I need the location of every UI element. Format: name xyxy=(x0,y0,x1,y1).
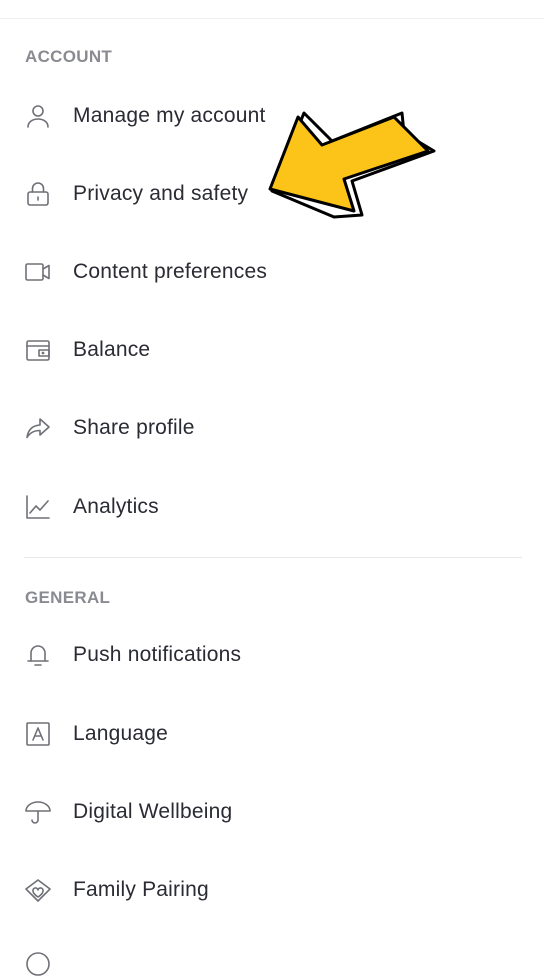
menu-item-share-profile[interactable]: Share profile xyxy=(0,398,544,458)
menu-item-balance[interactable]: Balance xyxy=(0,320,544,380)
video-icon xyxy=(24,258,52,286)
menu-label-language: Language xyxy=(73,722,169,745)
umbrella-icon xyxy=(24,798,52,826)
person-icon xyxy=(24,102,52,130)
menu-label-balance: Balance xyxy=(73,338,151,361)
section-divider xyxy=(24,557,522,558)
menu-label-push-notifications: Push notifications xyxy=(73,643,242,666)
family-pairing-icon xyxy=(24,876,52,904)
top-divider xyxy=(0,18,544,19)
bell-icon xyxy=(24,641,52,669)
language-icon xyxy=(24,720,52,748)
menu-label-family-pairing: Family Pairing xyxy=(73,878,209,901)
section-header-account: ACCOUNT xyxy=(25,47,113,66)
menu-label-share-profile: Share profile xyxy=(73,416,195,439)
pointer-arrow-icon xyxy=(268,111,436,219)
menu-item-family-pairing[interactable]: Family Pairing xyxy=(0,860,544,920)
share-icon xyxy=(24,414,52,442)
menu-label-digital-wellbeing: Digital Wellbeing xyxy=(73,800,233,823)
menu-item-analytics[interactable]: Analytics xyxy=(0,477,544,537)
menu-item-language[interactable]: Language xyxy=(0,704,544,764)
lock-icon xyxy=(24,180,52,208)
menu-item-content-preferences[interactable]: Content preferences xyxy=(0,242,544,302)
menu-label-privacy-safety: Privacy and safety xyxy=(73,182,249,205)
menu-label-analytics: Analytics xyxy=(73,495,159,518)
menu-item-digital-wellbeing[interactable]: Digital Wellbeing xyxy=(0,782,544,842)
section-header-general: GENERAL xyxy=(25,588,111,607)
menu-label-content-preferences: Content preferences xyxy=(73,260,268,283)
menu-label-manage-account: Manage my account xyxy=(73,104,266,127)
wallet-icon xyxy=(24,336,52,364)
menu-item-push-notifications[interactable]: Push notifications xyxy=(0,625,544,685)
chart-icon xyxy=(24,493,52,521)
partial-item-icon xyxy=(24,950,52,978)
